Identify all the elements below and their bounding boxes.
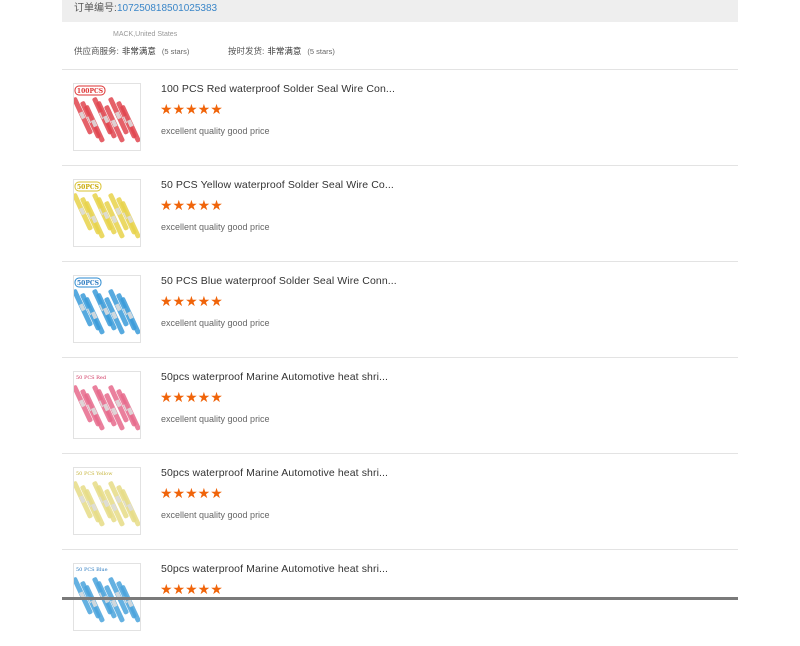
- product-title-link[interactable]: 50pcs waterproof Marine Automotive heat …: [161, 371, 388, 383]
- rating-note: (5 stars): [161, 47, 190, 56]
- review-item: 100PCS 100 PCS Red waterproof Solder Sea…: [62, 70, 738, 166]
- rating-supplier-service: 供应商服务: 非常满意 (5 stars): [74, 45, 189, 57]
- review-comment: excellent quality good price: [161, 222, 270, 232]
- review-comment: excellent quality good price: [161, 510, 270, 520]
- product-image: 50PCS: [74, 181, 140, 239]
- rating-value: 非常满意: [121, 46, 156, 56]
- review-item: 50 PCS Red 50pcs waterproof Marine Autom…: [62, 358, 738, 454]
- product-thumbnail[interactable]: 50 PCS Red: [73, 371, 141, 439]
- review-comment: excellent quality good price: [161, 318, 270, 328]
- product-title-link[interactable]: 50pcs waterproof Marine Automotive heat …: [161, 563, 388, 575]
- product-image: 50PCS: [74, 277, 140, 335]
- order-number-link[interactable]: 107250818501025383: [117, 0, 217, 18]
- star-rating: ★★★★★: [160, 293, 223, 309]
- product-image: 100PCS: [74, 85, 140, 143]
- product-badge: 50PCS: [77, 184, 99, 191]
- review-item: 50PCS 50 PCS Blue waterproof Solder Seal…: [62, 262, 738, 358]
- product-image: 50 PCS Red: [74, 375, 140, 431]
- order-number-label: 订单编号:: [74, 3, 117, 14]
- rating-value: 非常满意: [267, 46, 302, 56]
- product-badge: 50 PCS Red: [76, 375, 107, 381]
- review-comment: excellent quality good price: [161, 414, 270, 424]
- seller-ratings: 供应商服务: 非常满意 (5 stars) 按时发货: 非常满意 (5 stars): [74, 45, 335, 57]
- rating-label: 按时发货:: [228, 46, 265, 56]
- product-thumbnail[interactable]: 50PCS: [73, 275, 141, 343]
- star-rating: ★★★★★: [160, 485, 223, 501]
- product-title-link[interactable]: 50 PCS Blue waterproof Solder Seal Wire …: [161, 275, 397, 287]
- product-thumbnail[interactable]: 50PCS: [73, 179, 141, 247]
- rating-note: (5 stars): [307, 47, 335, 56]
- order-number-bar: 订单编号: 107250818501025383: [62, 0, 738, 22]
- star-rating: ★★★★★: [160, 197, 223, 213]
- product-thumbnail[interactable]: 100PCS: [73, 83, 141, 151]
- rating-shipping: 按时发货: 非常满意 (5 stars): [228, 45, 335, 57]
- buyer-location: MACK,United States: [113, 31, 178, 38]
- product-title-link[interactable]: 50 PCS Yellow waterproof Solder Seal Wir…: [161, 179, 394, 191]
- review-item: 50 PCS Yellow 50pcs waterproof Marine Au…: [62, 454, 738, 550]
- product-thumbnail[interactable]: 50 PCS Yellow: [73, 467, 141, 535]
- star-rating: ★★★★★: [160, 389, 223, 405]
- product-badge: 50 PCS Yellow: [76, 471, 113, 477]
- product-badge: 100PCS: [77, 88, 103, 95]
- product-badge: 50PCS: [77, 280, 99, 287]
- star-rating: ★★★★★: [160, 581, 223, 597]
- product-image: 50 PCS Yellow: [74, 471, 140, 527]
- review-comment: excellent quality good price: [161, 126, 270, 136]
- product-badge: 50 PCS Blue: [76, 567, 108, 573]
- rating-label: 供应商服务:: [74, 46, 119, 56]
- review-item: 50PCS 50 PCS Yellow waterproof Solder Se…: [62, 166, 738, 262]
- product-title-link[interactable]: 50pcs waterproof Marine Automotive heat …: [161, 467, 388, 479]
- product-title-link[interactable]: 100 PCS Red waterproof Solder Seal Wire …: [161, 83, 395, 95]
- star-rating: ★★★★★: [160, 101, 223, 117]
